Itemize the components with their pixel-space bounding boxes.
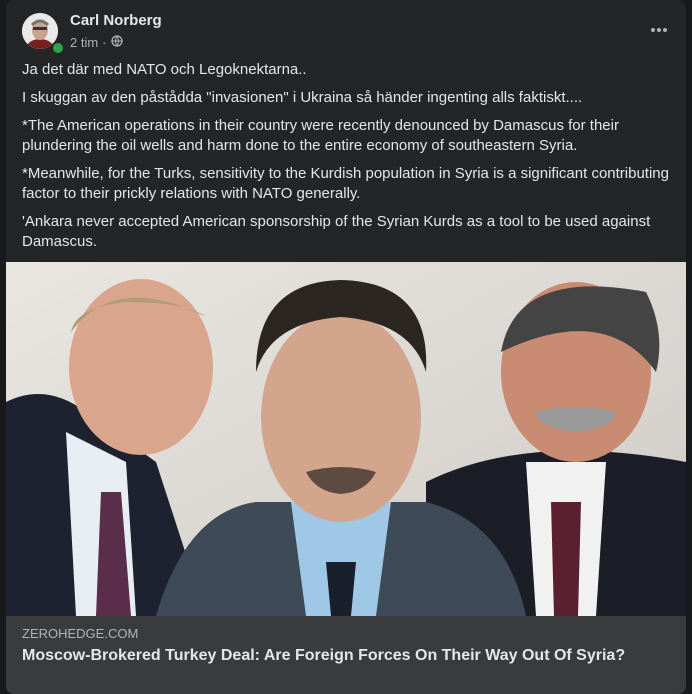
post-time[interactable]: 2 tim — [70, 35, 98, 50]
post-text: Ja det där med NATO och Legoknektarna.. … — [22, 60, 672, 260]
author-name[interactable]: Carl Norberg — [70, 12, 162, 29]
link-preview-image[interactable] — [6, 262, 686, 616]
post-card: Carl Norberg 2 tim · Ja det där med NATO… — [6, 0, 686, 694]
link-domain: ZEROHEDGE.COM — [22, 626, 139, 641]
meta-separator: · — [102, 35, 107, 50]
post-paragraph: Ja det där med NATO och Legoknektarna.. — [22, 61, 307, 78]
post-paragraph: 'Ankara never accepted American sponsors… — [22, 213, 651, 250]
post-meta: 2 tim · — [70, 35, 123, 50]
online-status-icon — [51, 41, 65, 55]
globe-icon[interactable] — [110, 35, 123, 50]
post-paragraph: *Meanwhile, for the Turks, sensitivity t… — [22, 165, 669, 202]
more-options-icon[interactable] — [650, 22, 668, 33]
post-paragraph: I skuggan av den påstådda "invasionen" i… — [22, 89, 583, 106]
link-title[interactable]: Moscow-Brokered Turkey Deal: Are Foreign… — [22, 646, 642, 666]
post-paragraph: *The American operations in their countr… — [22, 117, 619, 154]
post-header: Carl Norberg 2 tim · — [6, 0, 686, 56]
link-preview[interactable]: ZEROHEDGE.COM Moscow-Brokered Turkey Dea… — [6, 616, 686, 694]
